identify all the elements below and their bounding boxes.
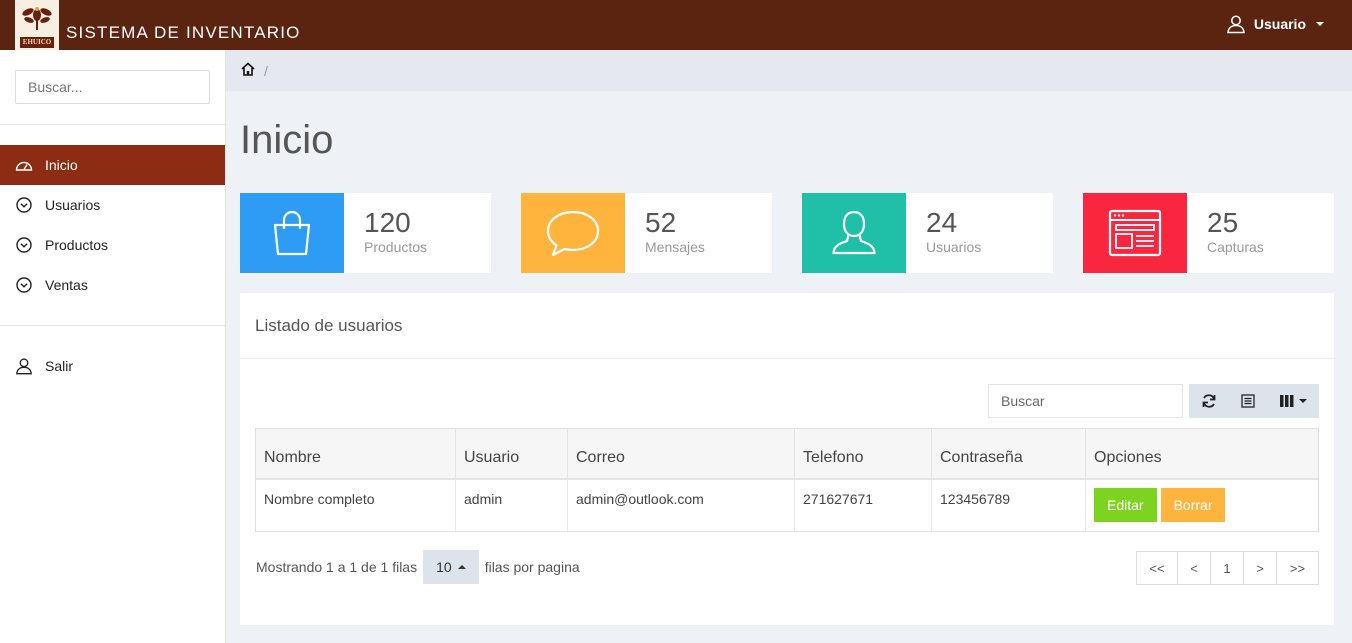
pagination-info: Mostrando 1 a 1 de 1 filas 10 filas por …: [256, 550, 580, 584]
cell-telefono: 271627671: [795, 480, 932, 531]
chevron-circle-icon: [15, 196, 33, 214]
last-page-button[interactable]: >>: [1277, 552, 1318, 584]
showing-text: Mostrando 1 a 1 de 1 filas: [256, 559, 418, 575]
user-menu-label: Usuario: [1253, 16, 1306, 32]
table-toolbar: [1189, 384, 1319, 418]
cell-opciones: Editar Borrar: [1086, 480, 1318, 531]
stat-card-mensajes[interactable]: 52 Mensajes: [521, 193, 772, 273]
first-page-button[interactable]: <<: [1137, 552, 1178, 584]
dashboard-icon: [15, 156, 33, 174]
sidebar-item-label: Usuarios: [45, 197, 101, 213]
stat-label: Productos: [364, 239, 428, 255]
page-number-button[interactable]: 1: [1211, 552, 1244, 584]
user-menu-dropdown[interactable]: Usuario: [1226, 14, 1324, 34]
sidebar-item-inicio[interactable]: Inicio: [0, 145, 225, 185]
column-header[interactable]: Contraseña: [932, 429, 1086, 478]
user-icon: [15, 357, 33, 375]
sidebar: Inicio Usuarios Productos Ventas Salir: [0, 50, 226, 643]
page-size-dropdown[interactable]: 10: [423, 550, 479, 584]
page-size-value: 10: [436, 559, 452, 575]
breadcrumb-separator: /: [264, 62, 268, 79]
toggle-view-button[interactable]: [1228, 384, 1267, 418]
edit-button[interactable]: Editar: [1094, 488, 1157, 522]
sidebar-divider: [0, 124, 225, 125]
sidebar-item-label: Ventas: [45, 277, 88, 293]
sidebar-item-ventas[interactable]: Ventas: [0, 265, 225, 305]
company-logo[interactable]: EHUICO: [15, 0, 59, 50]
sidebar-item-label: Salir: [45, 358, 74, 374]
chevron-circle-icon: [15, 236, 33, 254]
stat-icon-box: [1083, 193, 1187, 273]
column-header[interactable]: Correo: [568, 429, 795, 478]
stat-icon-box: [802, 193, 906, 273]
cell-usuario: admin: [456, 480, 568, 531]
sidebar-item-productos[interactable]: Productos: [0, 225, 225, 265]
pagination: << < 1 > >>: [1136, 551, 1319, 585]
delete-button[interactable]: Borrar: [1160, 488, 1226, 522]
list-view-icon: [1240, 394, 1255, 408]
users-panel: Listado de usuarios Buscar Nombre Usuari…: [240, 293, 1334, 625]
panel-title: Listado de usuarios: [255, 316, 403, 335]
columns-dropdown-button[interactable]: [1267, 384, 1319, 418]
breadcrumb: /: [226, 50, 1352, 91]
users-table: Nombre Usuario Correo Telefono Contraseñ…: [255, 428, 1319, 532]
table-header: Nombre Usuario Correo Telefono Contraseñ…: [256, 429, 1318, 480]
stat-card-usuarios[interactable]: 24 Usuarios: [802, 193, 1053, 273]
stat-label: Capturas: [1207, 239, 1264, 255]
sidebar-divider: [0, 325, 225, 326]
columns-icon: [1279, 395, 1293, 407]
cell-correo: admin@outlook.com: [568, 480, 795, 531]
stat-icon-box: [521, 193, 625, 273]
table-row: Nombre completo admin admin@outlook.com …: [256, 480, 1318, 531]
browser-window-icon: [1108, 209, 1162, 257]
caret-up-icon: [457, 565, 466, 569]
cell-contrasena: 123456789: [932, 480, 1086, 531]
user-icon: [1227, 15, 1245, 34]
chevron-circle-icon: [15, 276, 33, 294]
stat-label: Mensajes: [645, 239, 705, 255]
refresh-button[interactable]: [1189, 384, 1228, 418]
column-header[interactable]: Nombre: [256, 429, 456, 478]
stat-card-capturas[interactable]: 25 Capturas: [1083, 193, 1334, 273]
stat-value: 120: [364, 207, 411, 238]
column-header: Opciones: [1094, 449, 1162, 466]
chat-bubble-icon: [546, 210, 600, 257]
home-icon[interactable]: [240, 61, 256, 80]
sidebar-item-label: Inicio: [45, 157, 78, 173]
app-title: SISTEMA DE INVENTARIO: [66, 23, 301, 42]
column-header[interactable]: Usuario: [456, 429, 568, 478]
per-page-text: filas por pagina: [484, 559, 580, 575]
sidebar-item-label: Productos: [45, 237, 109, 253]
stat-card-productos[interactable]: 120 Productos: [240, 193, 491, 273]
stat-icon-box: [240, 193, 344, 273]
sidebar-item-salir[interactable]: Salir: [0, 346, 225, 386]
panel-divider: [240, 358, 1334, 359]
stat-value: 52: [645, 207, 677, 238]
table-search-input[interactable]: [988, 384, 1183, 418]
page-title: Inicio: [240, 118, 334, 162]
sidebar-item-usuarios[interactable]: Usuarios: [0, 185, 225, 225]
caret-down-icon: [1316, 22, 1324, 26]
stat-label: Usuarios: [926, 239, 982, 255]
refresh-icon: [1202, 394, 1215, 408]
logo-emblem-icon: [22, 7, 52, 30]
caret-down-icon: [1298, 399, 1307, 403]
shopping-bag-icon: [273, 210, 311, 256]
cell-nombre: Nombre completo: [256, 480, 456, 531]
logo-text: EHUICO: [20, 37, 54, 48]
next-page-button[interactable]: >: [1244, 552, 1277, 584]
sidebar-search-input[interactable]: [15, 70, 210, 104]
user-icon: [832, 210, 876, 255]
column-header[interactable]: Telefono: [795, 429, 932, 478]
top-navbar: EHUICO SISTEMA DE INVENTARIO Usuario: [0, 0, 1352, 50]
prev-page-button[interactable]: <: [1178, 552, 1211, 584]
stat-value: 24: [926, 207, 958, 238]
stat-value: 25: [1207, 207, 1239, 238]
